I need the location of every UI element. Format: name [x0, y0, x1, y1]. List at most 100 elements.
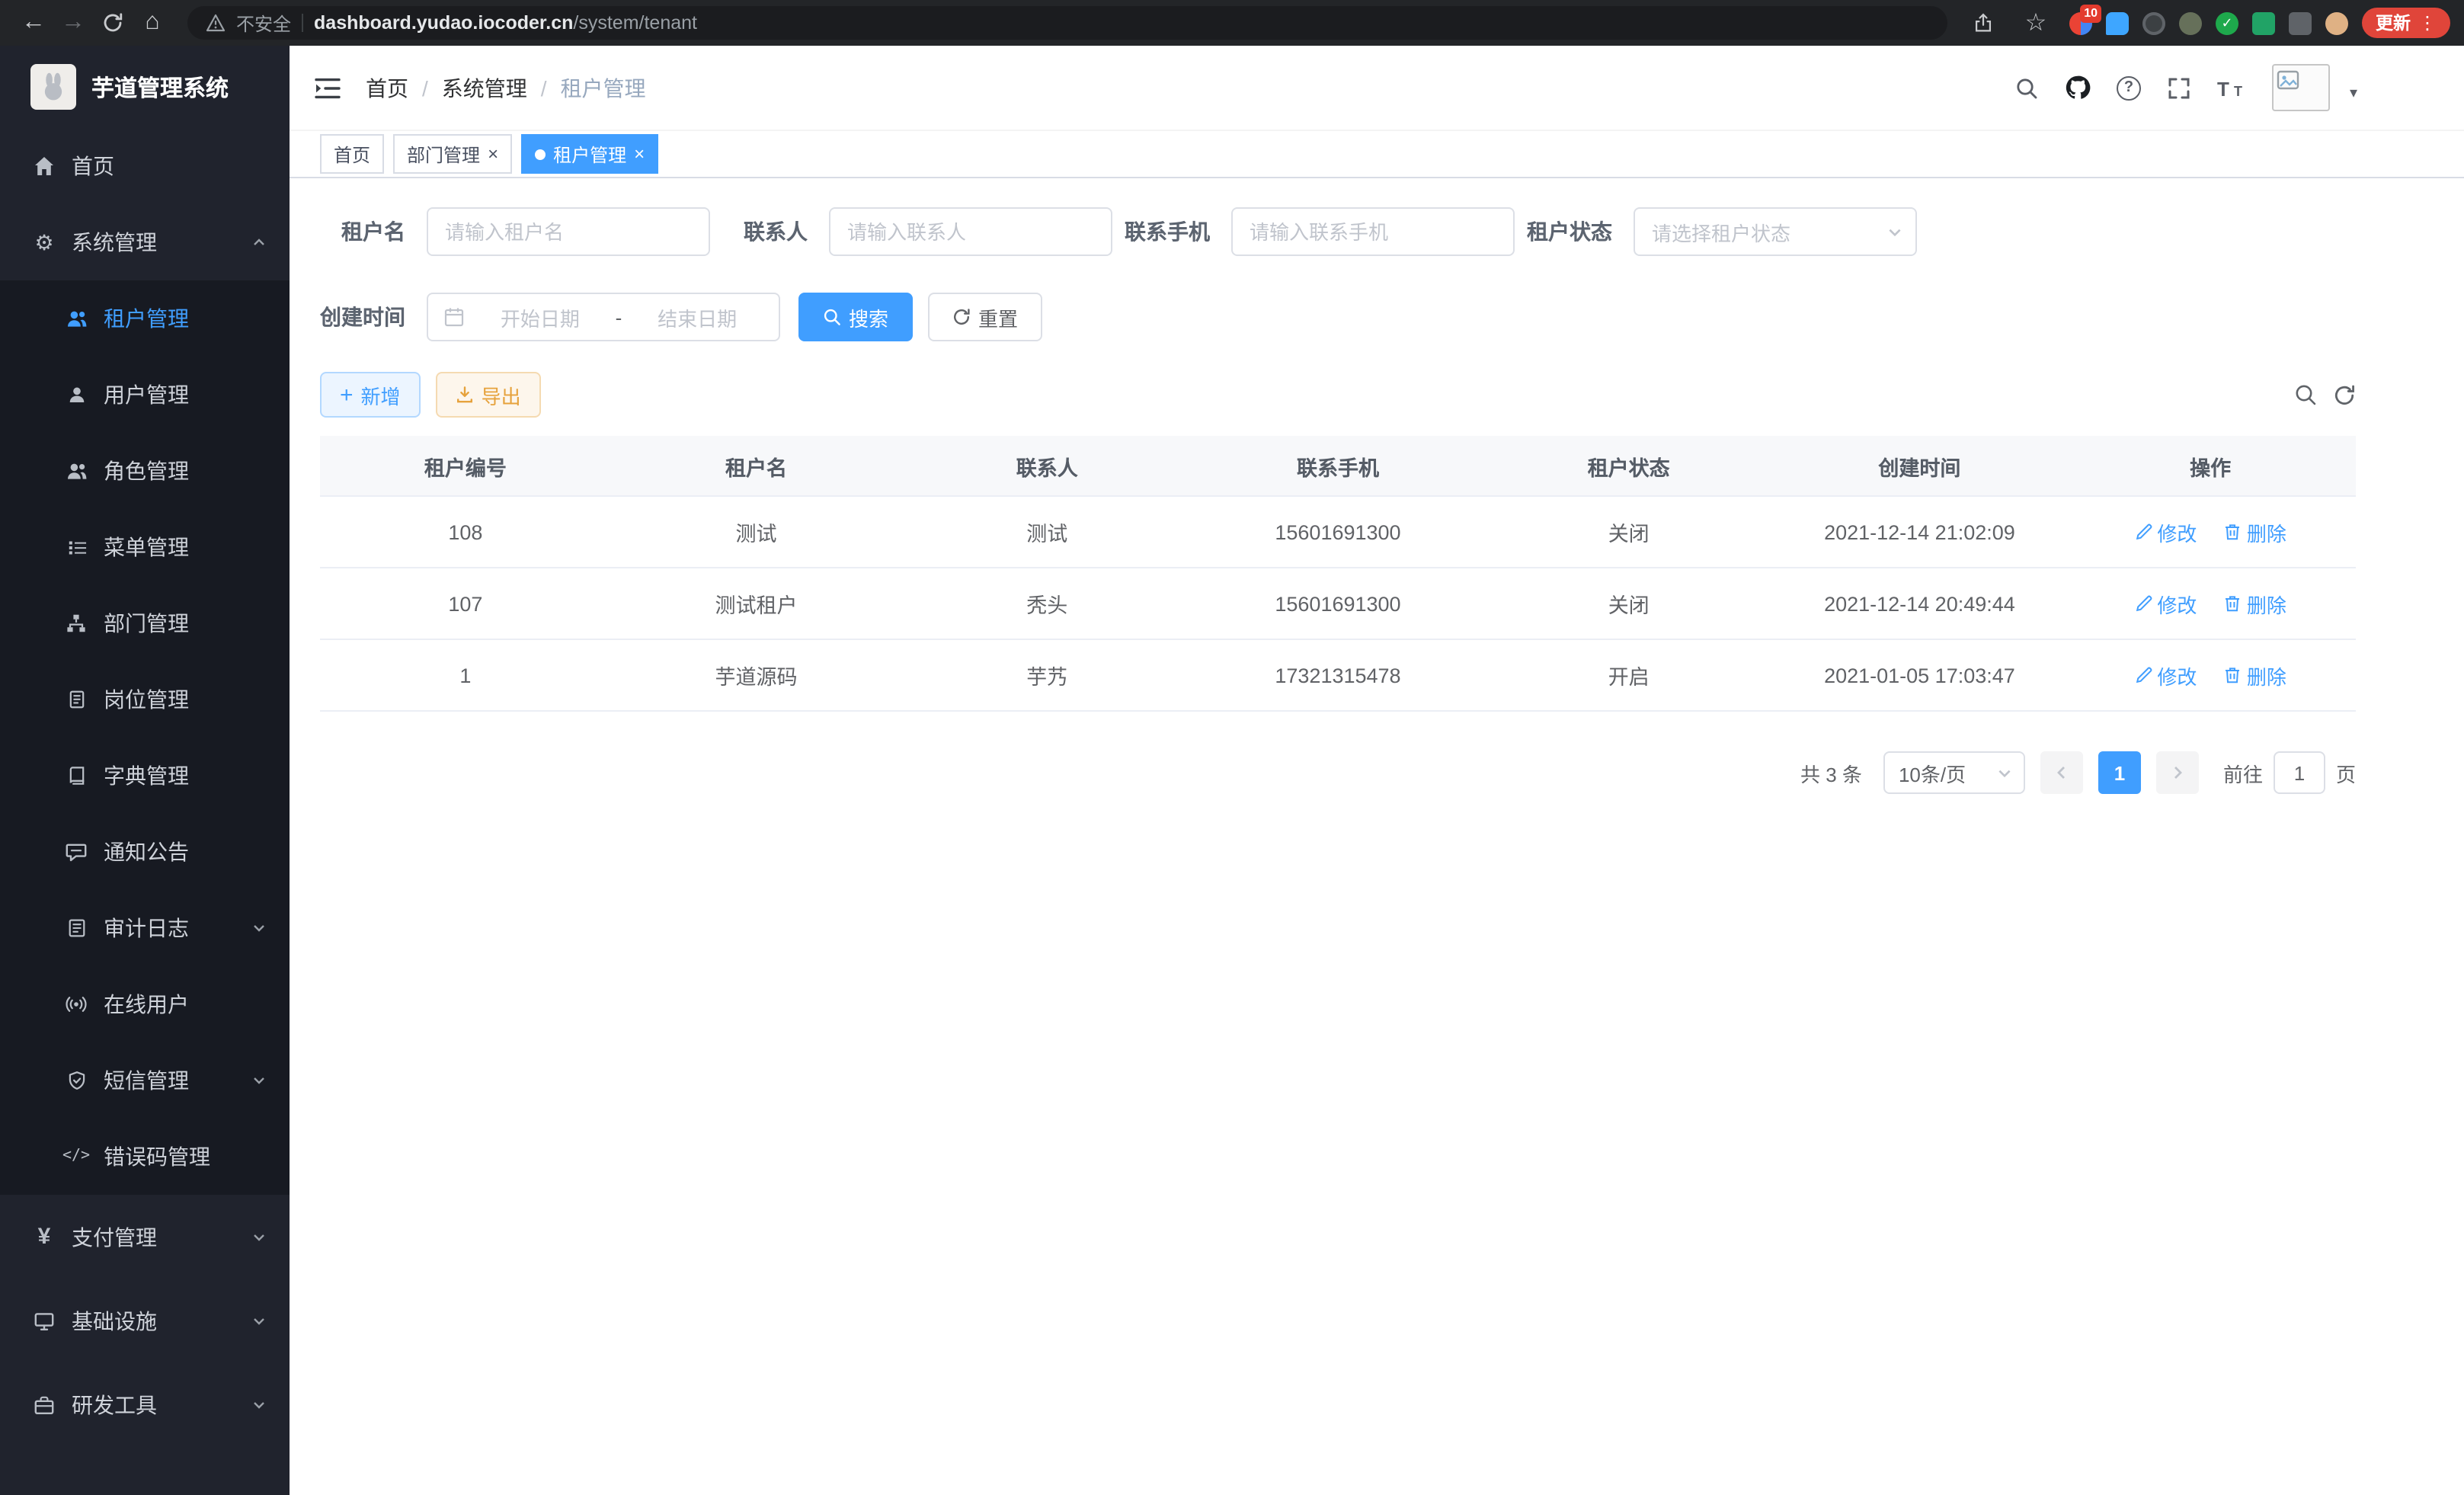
sidebar-item-dept[interactable]: 部门管理 [0, 585, 290, 661]
edit-icon [2134, 594, 2152, 613]
sidebar-item-system[interactable]: ⚙ 系统管理 [0, 204, 290, 280]
reload-icon[interactable] [93, 3, 133, 43]
sidebar-item-label: 菜单管理 [104, 532, 189, 562]
total-count: 共 3 条 [1800, 758, 1862, 787]
export-button-label: 导出 [482, 380, 521, 409]
sidebar-item-audit-log[interactable]: 审计日志 [0, 890, 290, 966]
browser-chrome: ← → ⌂ 不安全 dashboard.yudao.iocoder.cn/sys… [0, 0, 2464, 46]
date-range-picker[interactable]: 开始日期 - 结束日期 [427, 293, 780, 341]
table-row: 108 测试 测试 15601691300 关闭 2021-12-14 21:0… [320, 497, 2356, 568]
table-row: 1 芋道源码 芋艿 17321315478 开启 2021-01-05 17:0… [320, 640, 2356, 712]
contact-input[interactable] [829, 207, 1112, 256]
refresh-table-icon[interactable] [2333, 383, 2356, 406]
fullscreen-icon[interactable] [2167, 75, 2191, 100]
delete-link[interactable]: 删除 [2224, 589, 2286, 618]
extension-icon-3[interactable] [2142, 11, 2165, 34]
sidebar-item-notice[interactable]: 通知公告 [0, 814, 290, 890]
browser-update-button[interactable]: 更新 ⋮ [2362, 8, 2450, 38]
close-icon[interactable]: × [488, 145, 498, 163]
delete-link[interactable]: 删除 [2224, 661, 2286, 690]
cell-phone: 15601691300 [1192, 592, 1483, 615]
caret-down-icon[interactable]: ▾ [2350, 85, 2357, 102]
extension-icon-7[interactable] [2289, 11, 2312, 34]
sidebar-item-infra[interactable]: 基础设施 [0, 1279, 290, 1362]
forward-icon[interactable]: → [53, 3, 93, 43]
avatar[interactable] [2272, 64, 2330, 111]
prev-page-button[interactable] [2040, 751, 2083, 794]
sidebar-item-menu[interactable]: 菜单管理 [0, 509, 290, 585]
filter-create-time: 创建时间 开始日期 - 结束日期 [320, 293, 780, 341]
breadcrumb-home[interactable]: 首页 [366, 72, 408, 103]
goto-page-input[interactable] [2274, 751, 2325, 794]
edit-link[interactable]: 修改 [2134, 661, 2197, 690]
sidebar-item-error-code[interactable]: </> 错误码管理 [0, 1119, 290, 1195]
cell-actions: 修改 删除 [2065, 661, 2356, 690]
sidebar-item-role[interactable]: 角色管理 [0, 433, 290, 509]
tenant-name-input[interactable] [427, 207, 710, 256]
warning-icon [206, 14, 226, 32]
browser-menu-icon[interactable]: ⋮ [2418, 12, 2437, 34]
font-size-icon[interactable]: TT [2217, 77, 2246, 98]
sidebar-item-payment[interactable]: ¥ 支付管理 [0, 1195, 290, 1279]
tab-tenant[interactable]: 租户管理 × [521, 134, 658, 174]
sidebar-item-devtools[interactable]: 研发工具 [0, 1362, 290, 1446]
goto-group: 前往 页 [2223, 751, 2356, 794]
phone-input[interactable] [1231, 207, 1515, 256]
add-button[interactable]: + 新增 [320, 372, 421, 418]
security-label[interactable]: 不安全 [236, 10, 291, 36]
search-icon[interactable] [2014, 75, 2039, 100]
tenant-users-icon [64, 308, 88, 329]
sidebar-item-tenant[interactable]: 租户管理 [0, 280, 290, 357]
delete-link[interactable]: 删除 [2224, 517, 2286, 546]
breadcrumb-system[interactable]: 系统管理 [442, 72, 527, 103]
filter-tenant-name: 租户名 [320, 207, 710, 256]
share-icon[interactable] [1963, 3, 2002, 43]
goto-label: 前往 [2223, 758, 2263, 787]
tab-home[interactable]: 首页 [320, 134, 384, 174]
tab-dept[interactable]: 部门管理 × [393, 134, 512, 174]
next-page-button[interactable] [2156, 751, 2199, 794]
trash-icon [2224, 666, 2242, 684]
page-size-select[interactable]: 10条/页 [1883, 751, 2025, 794]
extension-icon-5[interactable]: ✓ [2216, 11, 2238, 34]
table-row: 107 测试租户 秃头 15601691300 关闭 2021-12-14 20… [320, 568, 2356, 640]
extension-icon-1[interactable]: 10 [2069, 11, 2092, 34]
reset-button[interactable]: 重置 [928, 293, 1042, 341]
sidebar-item-post[interactable]: 岗位管理 [0, 661, 290, 738]
filter-row-1: 租户名 联系人 联系手机 租户状态 请选择租户状态 [320, 207, 2434, 256]
cell-actions: 修改 删除 [2065, 589, 2356, 618]
breadcrumb: 首页 / 系统管理 / 租户管理 [366, 72, 646, 103]
profile-avatar-icon[interactable] [2325, 11, 2348, 34]
role-icon [64, 460, 88, 482]
date-end-placeholder[interactable]: 结束日期 [631, 303, 763, 331]
extension-icon-2[interactable] [2106, 11, 2129, 34]
chevron-down-icon [251, 1397, 267, 1412]
sidebar-item-online-users[interactable]: 在线用户 [0, 966, 290, 1042]
sidebar-item-home[interactable]: 首页 [0, 128, 290, 204]
extension-icon-4[interactable] [2179, 11, 2202, 34]
back-icon[interactable]: ← [14, 3, 53, 43]
address-bar[interactable]: 不安全 dashboard.yudao.iocoder.cn/system/te… [187, 6, 1947, 40]
github-icon[interactable] [2065, 75, 2091, 101]
book-icon [64, 765, 88, 786]
cell-name: 芋道源码 [611, 660, 902, 690]
edit-link[interactable]: 修改 [2134, 589, 2197, 618]
status-select[interactable]: 请选择租户状态 [1634, 207, 1917, 256]
sidebar-item-user[interactable]: 用户管理 [0, 357, 290, 433]
page-number-button[interactable]: 1 [2098, 751, 2141, 794]
chevron-down-icon [1996, 764, 2013, 781]
sidebar-item-dict[interactable]: 字典管理 [0, 738, 290, 814]
edit-link[interactable]: 修改 [2134, 517, 2197, 546]
sidebar-item-sms[interactable]: 短信管理 [0, 1042, 290, 1119]
search-toggle-icon[interactable] [2293, 383, 2318, 407]
close-icon[interactable]: × [634, 145, 645, 163]
help-icon[interactable]: ? [2117, 75, 2141, 100]
home-icon-chrome[interactable]: ⌂ [133, 3, 172, 43]
extension-icon-6[interactable] [2252, 11, 2275, 34]
export-button[interactable]: 导出 [436, 372, 541, 418]
search-button[interactable]: 搜索 [798, 293, 913, 341]
bookmark-star-icon[interactable]: ☆ [2016, 3, 2056, 43]
tags-view: 首页 部门管理 × 租户管理 × [290, 131, 2464, 178]
sidebar-fold-icon[interactable] [314, 75, 341, 100]
date-start-placeholder[interactable]: 开始日期 [474, 303, 606, 331]
